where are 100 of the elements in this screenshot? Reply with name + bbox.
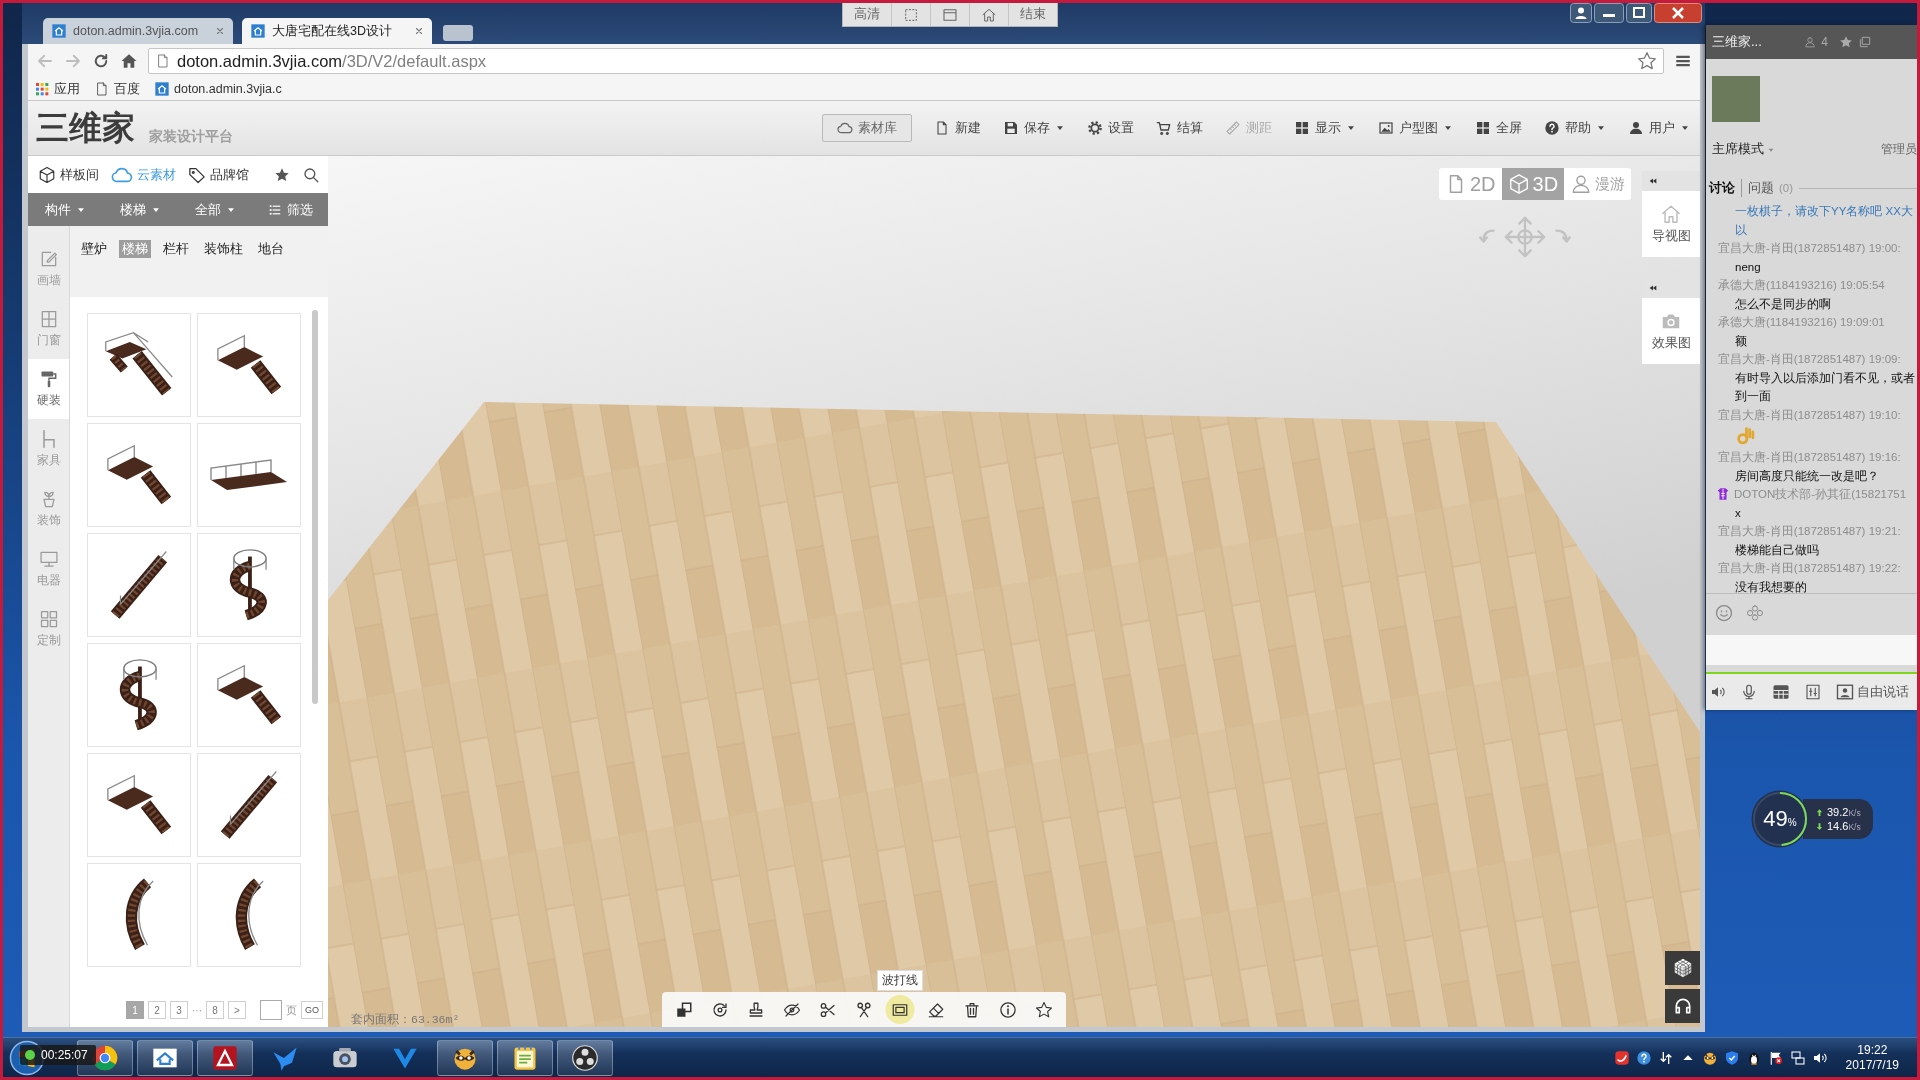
notice-text: 以: [1735, 222, 1747, 238]
dashed-square-icon[interactable]: [903, 6, 919, 23]
user-button[interactable]: 用户: [1628, 114, 1690, 142]
staircase-tile[interactable]: [197, 313, 301, 417]
bookmark-link[interactable]: 应用: [34, 80, 80, 98]
support-button[interactable]: [1665, 989, 1700, 1023]
chat-tab[interactable]: 讨论: [1709, 179, 1735, 197]
filter-dropdown[interactable]: 构件: [28, 193, 103, 226]
restore-icon[interactable]: [1858, 35, 1872, 49]
filter-button[interactable]: 筛选: [253, 193, 328, 226]
close-icon[interactable]: [215, 26, 225, 36]
chat-tab[interactable]: 问题 (0): [1741, 179, 1794, 197]
help-icon[interactable]: [1635, 1049, 1652, 1066]
floor-plan-button[interactable]: 户型图: [1378, 114, 1453, 142]
message-text: 怎么不是同步的啊: [1735, 296, 1831, 312]
message-text: 到一面: [1735, 389, 1771, 404]
star-icon: [1035, 1000, 1053, 1019]
recorder-button[interactable]: 结束: [1009, 3, 1057, 26]
save-button[interactable]: 保存: [1003, 114, 1065, 142]
taskbar-button[interactable]: [497, 1039, 553, 1076]
star-icon[interactable]: [1839, 35, 1853, 49]
staircase-tile[interactable]: [197, 643, 301, 747]
library-tab[interactable]: 样板间: [38, 165, 99, 184]
mode-dropdown[interactable]: 主席模式: [1712, 141, 1775, 158]
list-icon: [268, 202, 282, 217]
star-icon[interactable]: [1637, 51, 1657, 71]
display-button[interactable]: 显示: [1294, 114, 1356, 142]
taskbar-button[interactable]: [137, 1039, 193, 1076]
bookmark-link[interactable]: doton.admin.3vjia.c: [154, 81, 282, 97]
swoosh-tile-icon[interactable]: [1613, 1049, 1630, 1066]
browser-tab[interactable]: 大唐宅配在线3D设计: [242, 18, 432, 44]
taskbar-button[interactable]: [437, 1039, 493, 1076]
fullscreen-button[interactable]: 全屏: [1475, 114, 1522, 142]
staircase-tile[interactable]: [197, 753, 301, 857]
minimize-button[interactable]: [1594, 3, 1624, 23]
next-page-button[interactable]: >: [228, 1001, 246, 1019]
staircase-tile[interactable]: [87, 863, 191, 967]
page-button[interactable]: 2: [148, 1001, 166, 1019]
filter-dropdown[interactable]: 全部: [178, 193, 253, 226]
checkout-button[interactable]: 结算: [1156, 114, 1203, 142]
taskbar-button[interactable]: [557, 1039, 613, 1076]
go-button[interactable]: GO: [301, 1001, 323, 1019]
subcategory-tab[interactable]: 壁炉: [78, 240, 110, 258]
help-button[interactable]: 帮助: [1544, 114, 1606, 142]
eraser-icon: [927, 1000, 945, 1019]
browser-tab[interactable]: doton.admin.3vjia.com: [43, 18, 233, 44]
grid-icon[interactable]: [1772, 683, 1790, 701]
star-icon[interactable]: [274, 166, 290, 183]
cube-view-button[interactable]: [1665, 951, 1700, 985]
bookmark-link[interactable]: 百度: [94, 80, 140, 98]
rotate-icon: [711, 1000, 729, 1019]
collapse-icon[interactable]: [1648, 176, 1658, 186]
scrollbar[interactable]: [312, 310, 318, 704]
collapse-icon[interactable]: [1648, 283, 1658, 293]
filter-dropdown[interactable]: 楼梯: [103, 193, 178, 226]
library-button[interactable]: 素材库: [822, 114, 912, 142]
sliders-icon[interactable]: [1804, 683, 1822, 701]
microphone-icon[interactable]: [1740, 683, 1758, 701]
maximize-button[interactable]: [1626, 3, 1652, 23]
page-number-input[interactable]: [260, 1000, 282, 1020]
recorder-button[interactable]: 高清: [843, 3, 892, 26]
address-bar[interactable]: doton.admin.3vjia.com/3D/V2/default.aspx: [148, 48, 1664, 74]
staircase-tile[interactable]: [87, 423, 191, 527]
subcategory-tab[interactable]: 装饰柱: [201, 240, 246, 258]
staircase-tile[interactable]: [197, 423, 301, 527]
settings-button[interactable]: 设置: [1087, 114, 1134, 142]
profile-button[interactable]: [1570, 3, 1592, 23]
document-icon: [934, 120, 950, 136]
clock[interactable]: 19:22 2017/7/19: [1827, 1042, 1917, 1073]
help-icon: [1544, 120, 1560, 136]
message-input[interactable]: [1706, 635, 1917, 665]
new-button[interactable]: 新建: [934, 114, 981, 142]
close-button[interactable]: [1654, 3, 1702, 23]
library-tab[interactable]: 品牌馆: [188, 165, 249, 184]
window-icon[interactable]: [942, 6, 958, 23]
home-icon[interactable]: [981, 6, 997, 23]
reload-icon[interactable]: [92, 52, 110, 70]
search-icon[interactable]: [302, 165, 320, 184]
close-icon[interactable]: [414, 26, 424, 36]
page-button[interactable]: 3: [170, 1001, 188, 1019]
voice-mode-button[interactable]: 自由说话: [1836, 683, 1909, 701]
guide-view-button[interactable]: 导视图: [1642, 191, 1700, 257]
category-tab[interactable]: 硬装: [28, 359, 69, 419]
page-button[interactable]: 8: [206, 1001, 224, 1019]
staircase-tile[interactable]: [87, 753, 191, 857]
apps-grid-icon: [34, 81, 50, 97]
message-text: 有时导入以后添加门看不见，或者: [1735, 370, 1915, 386]
staircase-tile[interactable]: [87, 313, 191, 417]
render-view-button[interactable]: 效果图: [1642, 298, 1700, 364]
staircase-tile[interactable]: [87, 533, 191, 637]
network-icon[interactable]: [1789, 1049, 1806, 1066]
subcategory-tab[interactable]: 地台: [255, 240, 287, 258]
message-sender: 宜昌大唐-肖田(1872851487) 19:21:: [1718, 524, 1901, 539]
staircase-tile[interactable]: [87, 643, 191, 747]
taskbar-button[interactable]: [197, 1039, 253, 1076]
shield-icon[interactable]: [1723, 1049, 1740, 1066]
home-icon[interactable]: [120, 52, 138, 70]
staircase-tile[interactable]: [197, 863, 301, 967]
subcategory-tab[interactable]: 栏杆: [160, 240, 192, 258]
staircase-tile[interactable]: [197, 533, 301, 637]
